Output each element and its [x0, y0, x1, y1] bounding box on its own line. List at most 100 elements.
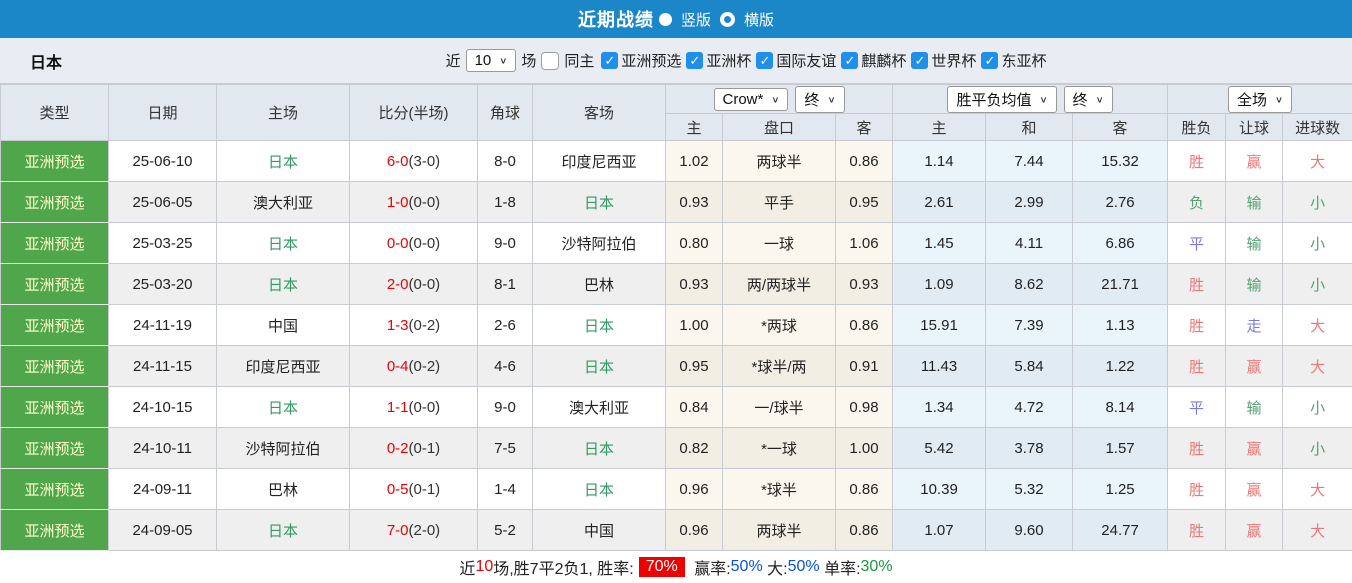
cell-result-wdl: 胜: [1168, 428, 1226, 469]
header-group-result: 全场 ∨: [1168, 85, 1352, 114]
cell-result-handicap: 赢: [1226, 428, 1283, 469]
cell-date: 24-11-15: [109, 346, 217, 387]
subcol-result-wdl: 胜负: [1168, 114, 1226, 141]
cell-result-wdl: 胜: [1168, 305, 1226, 346]
cell-avg-win-odds: 1.07: [893, 510, 986, 551]
league-checkbox-4[interactable]: ✓: [841, 52, 858, 69]
cell-result-goals: 大: [1283, 305, 1352, 346]
league-checkbox-5[interactable]: ✓: [911, 52, 928, 69]
league-checkbox-2[interactable]: ✓: [686, 52, 703, 69]
league-label: 世界杯: [931, 50, 976, 71]
cell-avg-lose-odds: 2.76: [1073, 182, 1168, 223]
cell-handicap-home-odds: 0.80: [666, 223, 723, 264]
league-label: 麒麟杯: [861, 50, 906, 71]
average-odds-select[interactable]: 胜平负均值 ∨: [947, 86, 1056, 113]
cell-avg-draw-odds: 7.39: [986, 305, 1073, 346]
cell-corners: 1-4: [478, 469, 533, 510]
cell-away-team: 中国: [533, 510, 666, 551]
period-select[interactable]: 全场 ∨: [1228, 86, 1292, 113]
cell-away-team: 巴林: [533, 264, 666, 305]
layout-vertical-label[interactable]: 竖版: [681, 9, 711, 30]
same-home-checkbox[interactable]: [541, 52, 559, 70]
cell-type: 亚洲预选: [1, 346, 109, 387]
league-label: 东亚杯: [1001, 50, 1046, 71]
header-group-average: 胜平负均值 ∨ 终 ∨: [893, 85, 1168, 114]
cell-away-team: 日本: [533, 428, 666, 469]
cell-result-handicap: 输: [1226, 223, 1283, 264]
league-checkbox-1[interactable]: ✓: [601, 52, 618, 69]
cell-handicap-line: 一/球半: [723, 387, 836, 428]
cell-score: 1-0(0-0): [350, 182, 478, 223]
cell-avg-lose-odds: 21.71: [1073, 264, 1168, 305]
table-row: 亚洲预选24-10-15日本1-1(0-0)9-0澳大利亚0.84一/球半0.9…: [1, 387, 1352, 428]
subcol-ah-line: 盘口: [723, 114, 836, 141]
cell-handicap-away-odds: 0.86: [836, 305, 893, 346]
recent-count-value: 10: [475, 52, 492, 69]
results-table: 类型 日期 主场 比分(半场) 角球 客场 Crow* ∨ 终 ∨: [0, 84, 1352, 551]
layout-horizontal-radio[interactable]: [720, 12, 735, 27]
handicap-time-select[interactable]: 终 ∨: [795, 86, 844, 113]
average-time-select[interactable]: 终 ∨: [1064, 86, 1113, 113]
footer-text: 单率:: [820, 555, 861, 579]
chevron-down-icon: ∨: [827, 94, 835, 104]
cell-home-team: 日本: [217, 141, 350, 182]
cell-avg-win-odds: 1.45: [893, 223, 986, 264]
cell-handicap-home-odds: 0.93: [666, 264, 723, 305]
cell-handicap-away-odds: 0.93: [836, 264, 893, 305]
page-title: 近期战绩: [578, 6, 654, 32]
cell-handicap-away-odds: 1.00: [836, 428, 893, 469]
cell-score: 7-0(2-0): [350, 510, 478, 551]
title-bar: 近期战绩 竖版 横版: [0, 0, 1352, 38]
cell-type: 亚洲预选: [1, 469, 109, 510]
cell-avg-lose-odds: 15.32: [1073, 141, 1168, 182]
col-header-home: 主场: [217, 85, 350, 141]
cell-avg-draw-odds: 8.62: [986, 264, 1073, 305]
cell-handicap-line: 两球半: [723, 141, 836, 182]
league-checkbox-3[interactable]: ✓: [756, 52, 773, 69]
cell-corners: 8-1: [478, 264, 533, 305]
chevron-down-icon: ∨: [499, 55, 507, 65]
summary-footer: 近10场,胜7平2负1, 胜率:70% 赢率:50% 大:50% 单率:30%: [0, 551, 1352, 583]
cell-result-wdl: 平: [1168, 387, 1226, 428]
cell-handicap-line: 两/两球半: [723, 264, 836, 305]
average-time-select-value: 终: [1073, 89, 1088, 110]
table-row: 亚洲预选24-09-11巴林0-5(0-1)1-4日本0.96*球半0.8610…: [1, 469, 1352, 510]
cell-handicap-home-odds: 0.82: [666, 428, 723, 469]
cell-corners: 1-8: [478, 182, 533, 223]
cell-avg-win-odds: 1.09: [893, 264, 986, 305]
subcol-ah-away: 客: [836, 114, 893, 141]
cell-type: 亚洲预选: [1, 264, 109, 305]
cell-corners: 5-2: [478, 510, 533, 551]
cell-result-handicap: 输: [1226, 182, 1283, 223]
league-filter-group: ✓亚洲预选✓亚洲杯✓国际友谊✓麒麟杯✓世界杯✓东亚杯: [601, 50, 1048, 71]
cell-handicap-away-odds: 0.86: [836, 510, 893, 551]
cell-corners: 9-0: [478, 387, 533, 428]
cell-avg-win-odds: 10.39: [893, 469, 986, 510]
cell-avg-draw-odds: 9.60: [986, 510, 1073, 551]
footer-text: 场,胜7平2负1, 胜率:: [493, 555, 633, 579]
layout-horizontal-label[interactable]: 横版: [744, 9, 774, 30]
table-row: 亚洲预选24-10-11沙特阿拉伯0-2(0-1)7-5日本0.82*一球1.0…: [1, 428, 1352, 469]
cell-avg-lose-odds: 1.22: [1073, 346, 1168, 387]
cell-handicap-away-odds: 0.86: [836, 141, 893, 182]
league-checkbox-6[interactable]: ✓: [981, 52, 998, 69]
col-header-type: 类型: [1, 85, 109, 141]
bookmaker-select[interactable]: Crow* ∨: [714, 88, 789, 111]
cell-home-team: 沙特阿拉伯: [217, 428, 350, 469]
league-label: 亚洲杯: [706, 50, 751, 71]
cell-result-goals: 小: [1283, 223, 1352, 264]
table-row: 亚洲预选25-06-10日本6-0(3-0)8-0印度尼西亚1.02两球半0.8…: [1, 141, 1352, 182]
cell-home-team: 印度尼西亚: [217, 346, 350, 387]
layout-vertical-radio[interactable]: [659, 13, 672, 26]
cell-away-team: 沙特阿拉伯: [533, 223, 666, 264]
cell-type: 亚洲预选: [1, 510, 109, 551]
cell-result-wdl: 胜: [1168, 469, 1226, 510]
cell-score: 0-5(0-1): [350, 469, 478, 510]
cell-date: 25-03-25: [109, 223, 217, 264]
chevron-down-icon: ∨: [1275, 94, 1283, 104]
cell-type: 亚洲预选: [1, 182, 109, 223]
cell-result-wdl: 胜: [1168, 141, 1226, 182]
recent-count-select[interactable]: 10 ∨: [466, 49, 517, 72]
average-odds-select-value: 胜平负均值: [956, 89, 1031, 110]
cell-result-goals: 大: [1283, 510, 1352, 551]
